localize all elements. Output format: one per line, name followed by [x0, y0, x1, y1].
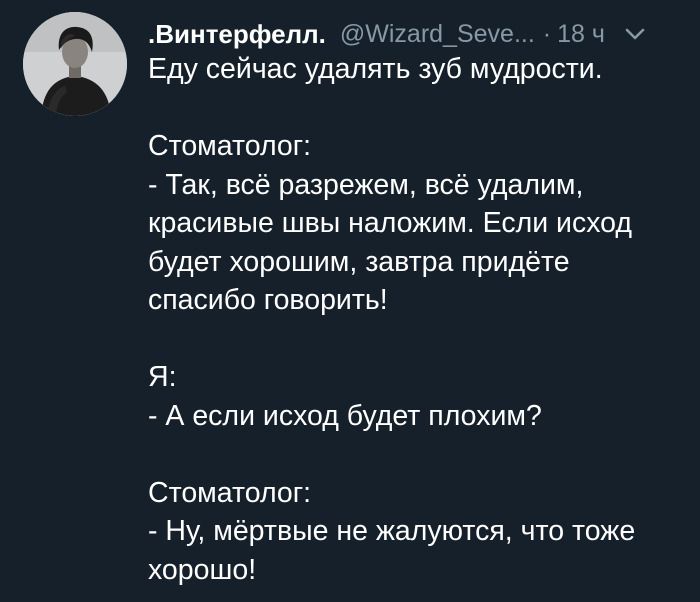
chevron-down-icon[interactable]: [625, 27, 645, 41]
avatar-photo: [23, 12, 127, 116]
tweet-text-line: [148, 435, 688, 474]
tweet-text: Еду сейчас удалять зуб мудрости. Стомато…: [148, 50, 688, 589]
tweet-text-line: будет хорошим, завтра придёте: [148, 245, 570, 278]
tweet-text-line: [148, 89, 688, 128]
tweet-text-line: [148, 320, 688, 359]
tweet-header: .Винтерфелл. @Wizard_Seve... · 18 ч: [148, 14, 680, 54]
user-handle[interactable]: @Wizard_Seve...: [340, 20, 535, 49]
tweet-text-line: спасибо говорить!: [148, 284, 388, 316]
tweet-text-line: Стоматолог:: [148, 130, 312, 162]
tweet-text-line: красивые швы наложим. Если исход: [148, 207, 632, 239]
display-name[interactable]: .Винтерфелл.: [148, 19, 326, 50]
tweet-text-line: Стоматолог:: [148, 476, 312, 509]
header-separator: ·: [542, 19, 552, 48]
tweet-text-line: Я:: [148, 361, 177, 393]
tweet-text-line: хорошо!: [148, 553, 257, 586]
tweet-text-line: - Ну, мёртвые не жалуются, что тоже: [148, 515, 636, 547]
tweet-text-line: Еду сейчас удалять зуб мудрости.: [148, 53, 603, 85]
tweet: .Винтерфелл. @Wizard_Seve... · 18 ч Еду …: [0, 0, 700, 602]
tweet-text-line: - Так, всё разрежем, всё удалим,: [148, 168, 584, 201]
avatar[interactable]: [23, 12, 127, 116]
timestamp[interactable]: 18 ч: [557, 20, 605, 49]
tweet-text-line: - А если исход будет плохим?: [148, 399, 542, 432]
